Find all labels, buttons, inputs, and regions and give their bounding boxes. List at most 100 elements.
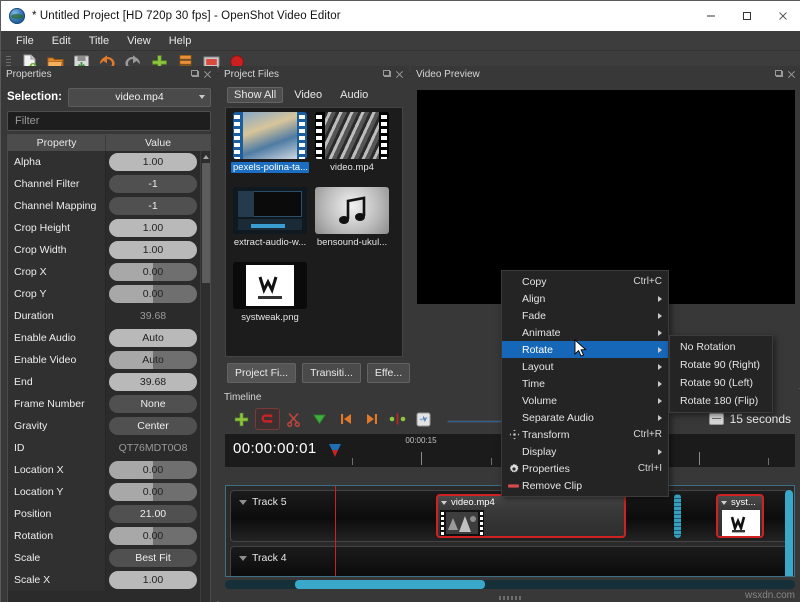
snapping-toggle-icon[interactable] bbox=[255, 408, 280, 430]
filter-tab-show-all[interactable]: Show All bbox=[227, 87, 284, 103]
menu-file[interactable]: File bbox=[7, 33, 43, 49]
context-menu-item-time[interactable]: Time bbox=[502, 375, 668, 392]
chevron-down-icon[interactable] bbox=[239, 499, 247, 505]
property-value-cell[interactable]: None bbox=[106, 392, 200, 415]
property-value-cell[interactable]: 0.00 bbox=[106, 524, 200, 547]
property-value-cell[interactable]: Best Fit bbox=[106, 546, 200, 569]
project-file-thumbnail[interactable] bbox=[233, 262, 307, 309]
project-file-item[interactable]: systweak.png bbox=[229, 262, 311, 337]
track-row-5[interactable]: Track 5 video.mp4 syst... bbox=[230, 490, 790, 542]
chevron-down-icon[interactable] bbox=[721, 500, 727, 505]
minimize-button[interactable] bbox=[693, 1, 729, 31]
property-row[interactable]: Location Y 0.00 bbox=[8, 480, 200, 503]
property-value-cell[interactable]: 1.00 bbox=[106, 216, 200, 239]
track-row-4[interactable]: Track 4 bbox=[230, 546, 790, 576]
property-value-cell[interactable]: QT76MDT0O8 bbox=[106, 436, 200, 459]
property-row[interactable]: Alpha 1.00 bbox=[8, 151, 200, 173]
property-row[interactable]: Crop X 0.00 bbox=[8, 260, 200, 283]
context-menu-item-display[interactable]: Display bbox=[502, 443, 668, 460]
property-row[interactable]: Crop Height 1.00 bbox=[8, 216, 200, 239]
property-row[interactable]: Position 21.00 bbox=[8, 502, 200, 525]
float-panel-icon[interactable] bbox=[775, 69, 784, 79]
close-panel-icon[interactable] bbox=[787, 70, 796, 79]
property-value-cell[interactable]: 0.00 bbox=[106, 458, 200, 481]
property-row[interactable]: Gravity Center bbox=[8, 414, 200, 437]
project-file-thumbnail[interactable] bbox=[233, 187, 307, 234]
context-menu-item-fade[interactable]: Fade bbox=[502, 307, 668, 324]
rotate-option-2[interactable]: Rotate 90 (Left) bbox=[670, 374, 772, 392]
menu-help[interactable]: Help bbox=[160, 33, 201, 49]
context-menu-item-properties[interactable]: Properties Ctrl+I bbox=[502, 460, 668, 477]
rotate-option-1[interactable]: Rotate 90 (Right) bbox=[670, 356, 772, 374]
project-file-item[interactable]: extract-audio-w... bbox=[229, 187, 311, 262]
float-panel-icon[interactable] bbox=[191, 69, 200, 79]
context-menu-item-separate-audio[interactable]: Separate Audio bbox=[502, 409, 668, 426]
property-row[interactable]: Duration 39.68 bbox=[8, 304, 200, 327]
property-value-cell[interactable]: Auto bbox=[106, 326, 200, 349]
add-track-icon[interactable] bbox=[229, 408, 254, 430]
project-file-thumbnail[interactable] bbox=[233, 112, 307, 159]
rotate-option-0[interactable]: No Rotation bbox=[670, 338, 772, 356]
timeline-horizontal-scrollbar[interactable] bbox=[225, 580, 795, 589]
rotate-option-3[interactable]: Rotate 180 (Flip) bbox=[670, 392, 772, 410]
timeline-vertical-scrollbar[interactable] bbox=[785, 490, 793, 576]
panel-resize-grip[interactable] bbox=[499, 596, 521, 600]
context-menu-item-transform[interactable]: Transform Ctrl+R bbox=[502, 426, 668, 443]
selection-dropdown[interactable]: video.mp4 bbox=[67, 87, 211, 107]
razor-tool-icon[interactable] bbox=[281, 408, 306, 430]
project-file-thumbnail[interactable] bbox=[315, 112, 389, 159]
property-row[interactable]: Rotation 0.00 bbox=[8, 524, 200, 547]
close-panel-icon[interactable] bbox=[203, 70, 212, 79]
context-menu-item-volume[interactable]: Volume bbox=[502, 392, 668, 409]
property-row[interactable]: Scale Best Fit bbox=[8, 546, 200, 569]
float-panel-icon[interactable] bbox=[383, 69, 392, 79]
property-value-cell[interactable]: 39.68 bbox=[106, 304, 200, 327]
property-value-cell[interactable]: 0.00 bbox=[106, 260, 200, 283]
center-playhead-icon[interactable] bbox=[385, 408, 410, 430]
add-marker-icon[interactable] bbox=[307, 408, 332, 430]
property-row[interactable]: Crop Y 0.00 bbox=[8, 282, 200, 305]
clip-trim-handle[interactable] bbox=[674, 494, 681, 538]
previous-marker-icon[interactable] bbox=[333, 408, 358, 430]
chevron-down-icon[interactable] bbox=[441, 500, 447, 505]
next-marker-icon[interactable] bbox=[359, 408, 384, 430]
property-row[interactable]: End 39.68 bbox=[8, 370, 200, 393]
property-value-cell[interactable]: 21.00 bbox=[106, 502, 200, 525]
property-row[interactable]: Crop Width 1.00 bbox=[8, 238, 200, 261]
property-value-cell[interactable]: Auto bbox=[106, 348, 200, 371]
project-file-item[interactable]: bensound-ukul... bbox=[311, 187, 393, 262]
filter-tab-video[interactable]: Video bbox=[287, 87, 329, 103]
property-row[interactable]: Frame Number None bbox=[8, 392, 200, 415]
menu-edit[interactable]: Edit bbox=[43, 33, 80, 49]
context-menu-item-copy[interactable]: Copy Ctrl+C bbox=[502, 273, 668, 290]
property-value-cell[interactable]: 0.00 bbox=[106, 480, 200, 503]
playhead-handle[interactable] bbox=[328, 444, 341, 461]
bottom-tab-2[interactable]: Effe... bbox=[366, 363, 411, 383]
project-file-item[interactable]: pexels-polina-ta... bbox=[229, 112, 311, 187]
project-file-thumbnail[interactable] bbox=[315, 187, 389, 234]
chevron-down-icon[interactable] bbox=[239, 555, 247, 561]
context-menu-item-align[interactable]: Align bbox=[502, 290, 668, 307]
property-row[interactable]: Location X 0.00 bbox=[8, 458, 200, 481]
property-row[interactable]: Channel Mapping -1 bbox=[8, 194, 200, 217]
properties-scrollbar[interactable] bbox=[200, 151, 210, 602]
bottom-tab-0[interactable]: Project Fi... bbox=[227, 363, 297, 383]
timeline-clip-systweak[interactable]: syst... bbox=[716, 494, 764, 538]
timeline-clip-video[interactable]: video.mp4 bbox=[436, 494, 626, 538]
close-button[interactable] bbox=[765, 1, 800, 31]
context-menu-item-remove-clip[interactable]: Remove Clip bbox=[502, 477, 668, 494]
scrollbar-thumb[interactable] bbox=[295, 580, 485, 589]
project-file-item[interactable]: video.mp4 bbox=[311, 112, 393, 187]
property-value-cell[interactable]: 0.00 bbox=[106, 282, 200, 305]
property-value-cell[interactable]: -1 bbox=[106, 194, 200, 217]
property-value-cell[interactable]: -1 bbox=[106, 172, 200, 195]
zoom-fit-icon[interactable] bbox=[411, 408, 436, 430]
scroll-up-icon[interactable] bbox=[201, 151, 210, 162]
timeline-playhead[interactable] bbox=[335, 486, 336, 576]
property-row[interactable]: Enable Audio Auto bbox=[8, 326, 200, 349]
menu-title[interactable]: Title bbox=[80, 33, 118, 49]
menu-view[interactable]: View bbox=[118, 33, 160, 49]
property-value-cell[interactable]: 1.00 bbox=[106, 568, 200, 591]
property-filter-input[interactable]: Filter bbox=[7, 111, 211, 131]
scrollbar-thumb[interactable] bbox=[202, 163, 210, 283]
